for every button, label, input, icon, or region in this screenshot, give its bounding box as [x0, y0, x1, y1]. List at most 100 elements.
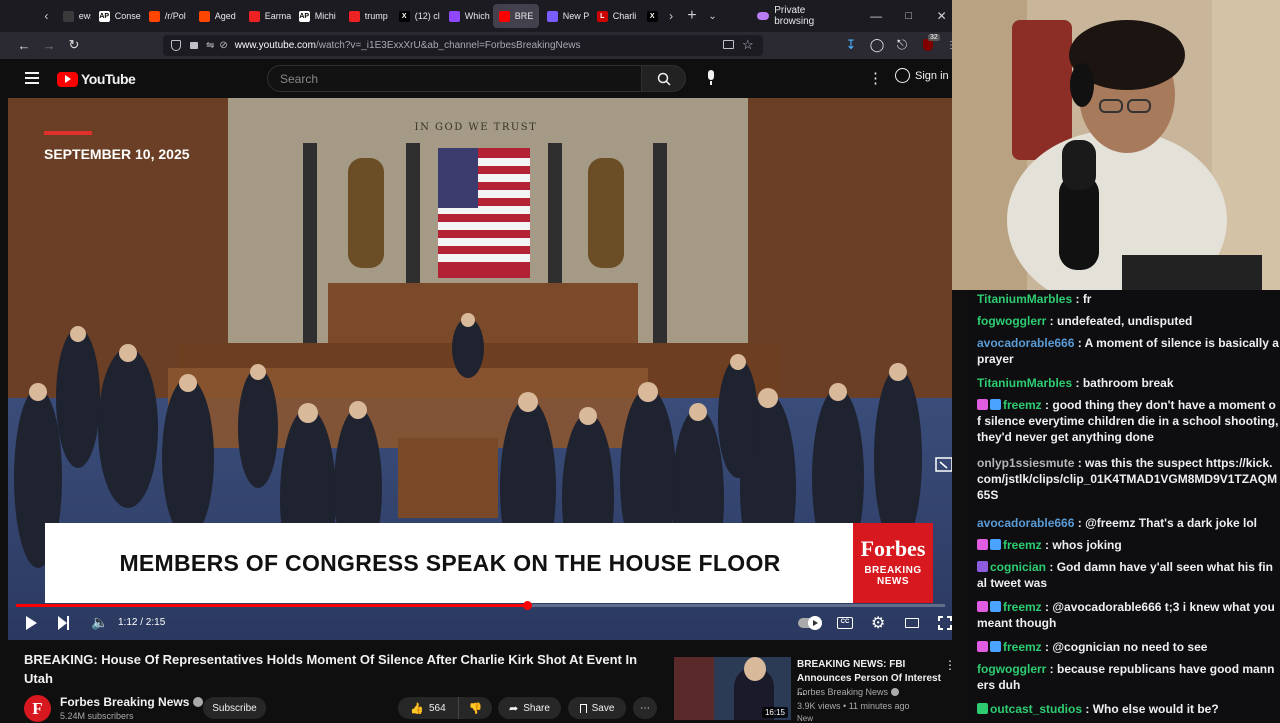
tab-favicon-icon — [499, 11, 510, 22]
recommended-video-thumbnail[interactable]: 16:15 — [674, 657, 791, 720]
like-button[interactable]: 👍 564 — [398, 697, 458, 719]
permissions-icon[interactable]: ⇋ — [206, 40, 214, 51]
subscribe-button[interactable]: Subscribe — [203, 697, 266, 719]
browser-tab[interactable]: BRE✕ — [493, 4, 539, 28]
channel-avatar[interactable]: F — [24, 695, 51, 722]
maximize-window-icon[interactable]: □ — [898, 5, 919, 27]
voice-search-mic-icon[interactable] — [705, 70, 716, 87]
chat-message: freemz : @cognician no need to see — [977, 639, 1279, 655]
fullscreen-icon[interactable] — [938, 616, 952, 630]
volume-icon[interactable]: 🔈 — [91, 614, 108, 631]
browser-tab[interactable]: New P — [541, 4, 589, 28]
next-video-button[interactable] — [58, 616, 69, 630]
chat-username[interactable]: cognician — [990, 560, 1046, 574]
play-button[interactable] — [26, 616, 37, 630]
sign-in-button[interactable]: Sign in — [895, 68, 949, 83]
chat-username[interactable]: TitaniumMarbles — [977, 376, 1072, 390]
settings-kebab-icon[interactable]: ⋮ — [868, 69, 883, 87]
chat-username[interactable]: fogwogglerr — [977, 314, 1046, 328]
channel-name[interactable]: Forbes Breaking News — [60, 695, 203, 709]
camera-off-icon[interactable]: ⊘ — [219, 40, 227, 51]
chat-message-text: @cognician no need to see — [1052, 640, 1207, 654]
chat-separator: : — [1082, 702, 1093, 716]
tab-label: ews — [79, 11, 91, 21]
extensions-icon[interactable]: ⎋ — [891, 34, 913, 56]
chat-username[interactable]: freemz — [1003, 538, 1042, 552]
chat-username[interactable]: avocadorable666 — [977, 516, 1074, 530]
back-arrow-icon[interactable]: ← — [13, 34, 35, 56]
account-icon[interactable]: ◯ — [866, 34, 888, 56]
minimize-window-icon[interactable]: — — [866, 5, 887, 27]
youtube-logo[interactable]: YouTube — [57, 71, 135, 87]
browser-tab[interactable]: Earma — [243, 4, 291, 28]
chat-badge-icon — [977, 539, 988, 550]
chat-username[interactable]: avocadorable666 — [977, 336, 1074, 350]
browser-tab[interactable]: APMichi — [293, 4, 341, 28]
chat-username[interactable]: onlyp1ssiesmute — [977, 456, 1074, 470]
save-button[interactable]: Save — [568, 697, 626, 719]
chat-username[interactable]: fogwogglerr — [977, 662, 1046, 676]
new-tab-icon[interactable]: + — [682, 5, 703, 27]
tab-label: Earma — [265, 11, 291, 21]
chat-badge-icon — [977, 703, 988, 714]
chat-username[interactable]: freemz — [1003, 640, 1042, 654]
date-overlay: SEPTEMBER 10, 2025 — [44, 146, 190, 162]
browser-tab[interactable]: /r/Pol — [143, 4, 191, 28]
settings-gear-icon[interactable]: ⚙ — [871, 613, 885, 633]
captions-icon[interactable]: CC — [837, 617, 853, 629]
browser-tab[interactable]: trump — [343, 4, 391, 28]
browser-tab[interactable]: ews — [57, 4, 91, 28]
chat-separator: : — [1042, 538, 1053, 552]
dislike-button[interactable]: 👎 — [458, 697, 492, 719]
hamburger-menu-icon[interactable] — [25, 72, 39, 84]
thumbs-up-icon: 👍 — [410, 702, 424, 715]
tab-scroll-left-icon[interactable]: ‹ — [36, 5, 57, 27]
browser-tab[interactable]: LCharli — [591, 4, 639, 28]
account-circle-icon — [895, 68, 910, 83]
lock-icon[interactable] — [190, 42, 198, 49]
chat-username[interactable]: freemz — [1003, 600, 1042, 614]
tab-scroll-right-icon[interactable]: › — [661, 5, 682, 27]
player-controls: 🔈 1:12 / 2:15 CC ⚙ — [8, 600, 952, 640]
browser-tab[interactable]: X(12) cl — [393, 4, 441, 28]
theater-mode-icon[interactable] — [905, 618, 919, 628]
close-window-icon[interactable]: ✕ — [931, 5, 952, 27]
browser-tab[interactable]: APConse — [93, 4, 141, 28]
search-button[interactable] — [642, 65, 686, 92]
url-bar[interactable]: ⇋ ⊘ www.youtube.com/watch?v=_i1E3ExxXrU&… — [163, 35, 763, 56]
downloads-icon[interactable]: ↧ — [840, 34, 862, 56]
chat-message-text: undefeated, undisputed — [1057, 314, 1192, 328]
share-label: Share — [523, 703, 550, 714]
chat-username[interactable]: outcast_studios — [990, 702, 1082, 716]
private-browsing-label: Private browsing — [774, 5, 844, 27]
recommended-verified-icon — [891, 688, 899, 696]
chat-username[interactable]: freemz — [1003, 398, 1042, 412]
picture-in-picture-icon[interactable] — [723, 40, 734, 49]
tab-favicon-icon — [449, 11, 460, 22]
thumbs-down-icon: 👎 — [469, 702, 483, 715]
forward-arrow-icon[interactable]: → — [38, 34, 60, 56]
shield-icon[interactable] — [171, 40, 181, 51]
youtube-header: YouTube Search ⋮ Sign in — [0, 59, 952, 99]
search-placeholder: Search — [280, 72, 318, 86]
chat-badge-icon — [977, 641, 988, 652]
reload-icon[interactable]: ↻ — [63, 34, 85, 56]
chat-message: cognician : God damn have y'all seen wha… — [977, 559, 1279, 591]
list-all-tabs-icon[interactable]: ⌄ — [702, 5, 723, 27]
verified-check-icon — [193, 697, 203, 707]
chat-separator: : — [1042, 398, 1053, 412]
share-button[interactable]: ➦ Share — [498, 697, 561, 719]
tab-favicon-icon — [199, 11, 210, 22]
recommended-kebab-icon[interactable]: ⋮ — [944, 658, 956, 672]
chat-username[interactable]: TitaniumMarbles — [977, 292, 1072, 306]
more-actions-button[interactable]: ⋯ — [633, 697, 657, 719]
chat-badge-icon — [990, 539, 1001, 550]
tab-favicon-icon: AP — [99, 11, 110, 22]
browser-tab[interactable]: X — [641, 4, 661, 28]
ublock-extension-icon[interactable]: 32 — [917, 34, 939, 56]
browser-tab[interactable]: Which — [443, 4, 491, 28]
bookmark-star-icon[interactable]: ☆ — [742, 37, 754, 53]
browser-tab[interactable]: Aged — [193, 4, 241, 28]
search-input[interactable]: Search — [267, 65, 642, 92]
autoplay-toggle[interactable] — [798, 618, 822, 628]
